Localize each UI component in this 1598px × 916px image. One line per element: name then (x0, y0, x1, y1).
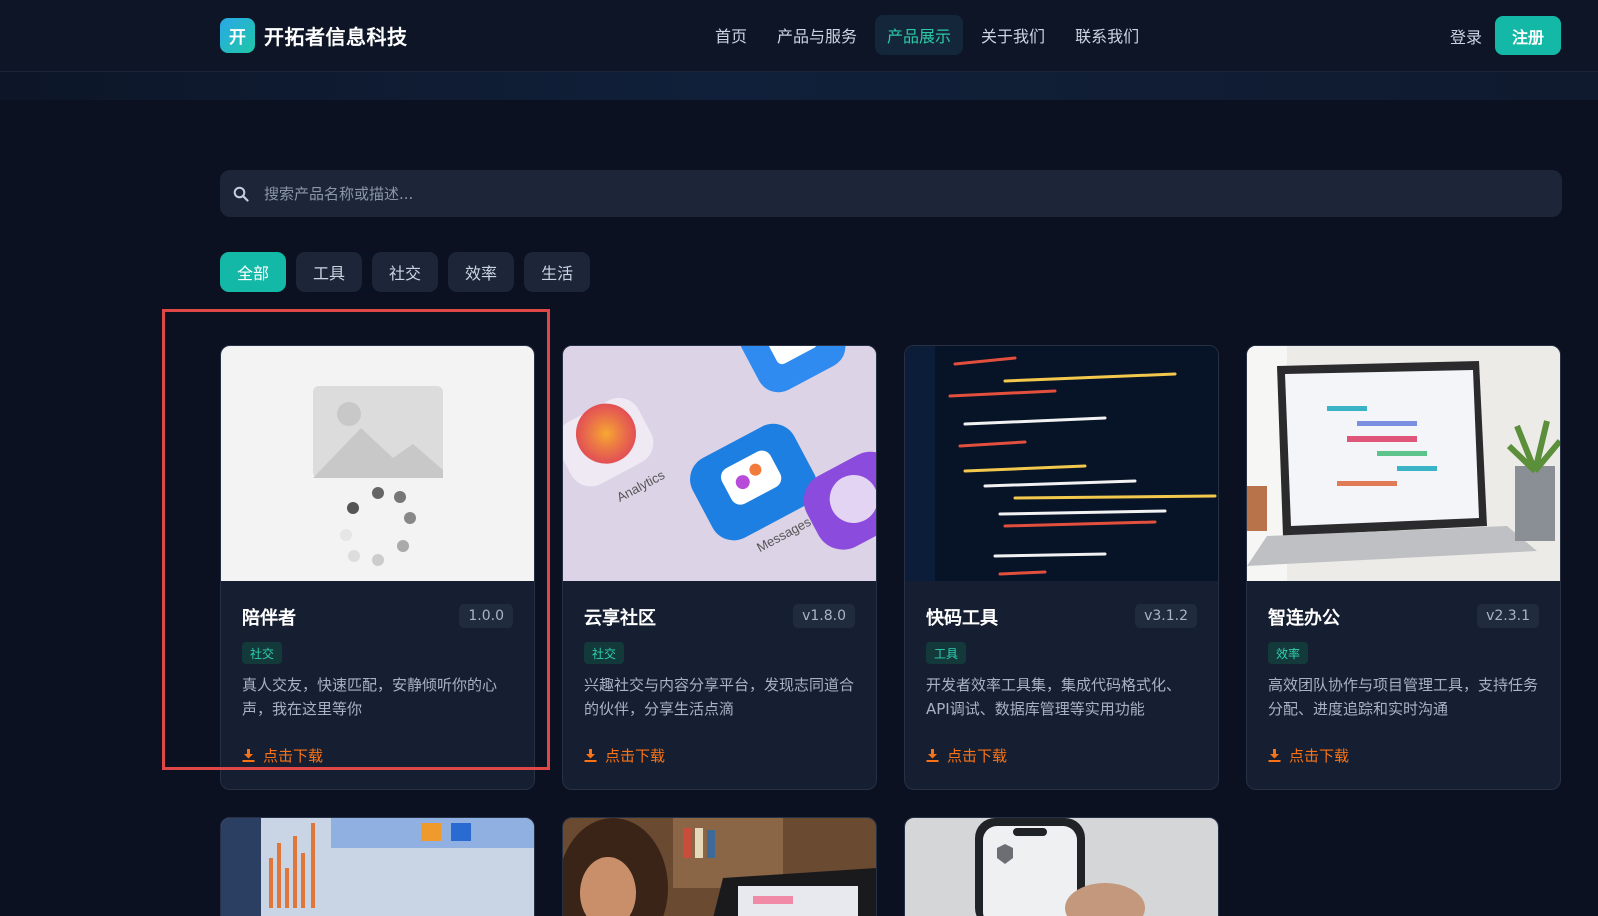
top-navbar: 开 开拓者信息科技 首页 产品与服务 产品展示 关于我们 联系我们 登录 注册 (0, 0, 1598, 72)
product-title: 陪伴者 (242, 608, 296, 629)
category-tag: 社交 (584, 642, 625, 664)
product-card-person-tablet[interactable] (562, 817, 877, 916)
product-description: 开发者效率工具集，集成代码格式化、API调试、数据库管理等实用功能 (926, 676, 1182, 718)
download-label: 点击下载 (263, 747, 324, 765)
image-loading-icon (313, 386, 443, 566)
person-with-tablet-photo-icon (563, 818, 876, 916)
product-title: 云享社区 (584, 608, 656, 629)
header-banner-strip (0, 72, 1598, 100)
product-description: 真人交友，快速匹配，安静倾听你的心声，我在这里等你 (242, 676, 498, 718)
filter-all[interactable]: 全部 (220, 252, 287, 292)
product-card-dashboard[interactable] (220, 817, 535, 916)
download-link[interactable]: 点击下载 (584, 745, 665, 766)
product-title: 快码工具 (926, 608, 998, 629)
category-filters: 全部 工具 社交 效率 生活 (220, 252, 600, 292)
search-bar[interactable]: 搜索产品名称或描述... (220, 170, 1562, 217)
product-image-code-screen (905, 346, 1218, 581)
app-icons-photo-icon: Analytics Messages (563, 346, 876, 581)
product-title: 智连办公 (1268, 608, 1340, 629)
nav-item-contact[interactable]: 联系我们 (1063, 15, 1151, 55)
nav-item-product-showcase[interactable]: 产品展示 (875, 15, 964, 55)
login-link[interactable]: 登录 (1450, 24, 1482, 48)
download-icon (584, 749, 597, 762)
category-tag: 工具 (926, 642, 967, 664)
product-description: 高效团队协作与项目管理工具，支持任务分配、进度追踪和实时沟通 (1268, 676, 1539, 718)
version-badge: v2.3.1 (1477, 604, 1539, 628)
download-link[interactable]: 点击下载 (1268, 745, 1349, 766)
nav-item-products-services[interactable]: 产品与服务 (765, 15, 869, 55)
filter-social[interactable]: 社交 (372, 252, 439, 292)
brand-name: 开拓者信息科技 (264, 25, 408, 49)
category-tag: 社交 (242, 642, 283, 664)
download-icon (242, 749, 255, 762)
version-badge: 1.0.0 (459, 604, 513, 628)
download-link[interactable]: 点击下载 (926, 745, 1007, 766)
filter-life[interactable]: 生活 (524, 252, 591, 292)
product-card-quick-code[interactable]: 快码工具 v3.1.2 工具 开发者效率工具集，集成代码格式化、API调试、数据… (904, 345, 1219, 790)
download-icon (1268, 749, 1281, 762)
download-icon (926, 749, 939, 762)
dashboard-chart-photo-icon (221, 818, 534, 916)
nav-item-about[interactable]: 关于我们 (969, 15, 1057, 55)
search-input[interactable]: 搜索产品名称或描述... (264, 183, 413, 204)
product-card-phone[interactable] (904, 817, 1219, 916)
logo-mark-icon: 开 (220, 18, 255, 53)
category-tag: 效率 (1268, 642, 1309, 664)
register-button[interactable]: 注册 (1495, 16, 1561, 55)
product-image-placeholder (221, 346, 534, 581)
search-icon (233, 186, 249, 202)
phone-in-hand-photo-icon (905, 818, 1218, 916)
download-label: 点击下载 (605, 747, 666, 765)
code-screen-photo-icon (905, 346, 1218, 581)
filter-tools[interactable]: 工具 (296, 252, 363, 292)
download-link[interactable]: 点击下载 (242, 745, 323, 766)
product-image-app-icons: Analytics Messages (563, 346, 876, 581)
brand-logo[interactable]: 开 开拓者信息科技 (220, 18, 408, 53)
nav-item-home[interactable]: 首页 (703, 15, 759, 55)
product-card-smart-office[interactable]: 智连办公 v2.3.1 效率 高效团队协作与项目管理工具，支持任务分配、进度追踪… (1246, 345, 1561, 790)
download-label: 点击下载 (947, 747, 1008, 765)
main-nav: 首页 产品与服务 产品展示 关于我们 联系我们 (703, 15, 1157, 55)
product-description: 兴趣社交与内容分享平台，发现志同道合的伙伴，分享生活点滴 (584, 676, 855, 718)
download-label: 点击下载 (1289, 747, 1350, 765)
laptop-gantt-photo-icon (1247, 346, 1560, 581)
filter-efficiency[interactable]: 效率 (448, 252, 515, 292)
product-image-laptop (1247, 346, 1560, 581)
product-card-companion[interactable]: 陪伴者 1.0.0 社交 真人交友，快速匹配，安静倾听你的心声，我在这里等你 点… (220, 345, 535, 790)
version-badge: v1.8.0 (793, 604, 855, 628)
version-badge: v3.1.2 (1135, 604, 1197, 628)
product-card-cloud-community[interactable]: Analytics Messages 云享社区 v1.8.0 社交 兴趣社交与内… (562, 345, 877, 790)
